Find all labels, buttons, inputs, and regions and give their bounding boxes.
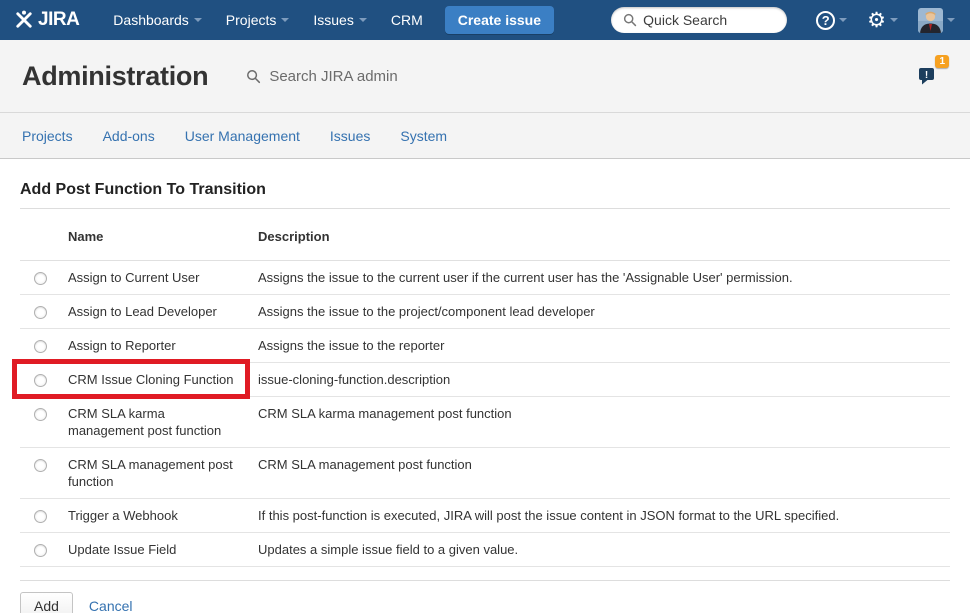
post-function-name: CRM SLA karma management post function <box>68 397 258 447</box>
quick-search <box>611 7 787 33</box>
top-navbar: JIRA Dashboards Projects Issues CRM Create … <box>0 0 970 40</box>
jira-logo[interactable]: JIRA <box>14 9 79 31</box>
tab-user-management[interactable]: User Management <box>185 128 300 144</box>
jira-logo-text: JIRA <box>38 9 79 31</box>
jira-charlie-icon <box>14 10 34 30</box>
post-function-name: Assign to Lead Developer <box>68 295 258 328</box>
table-row: Assign to Current UserAssigns the issue … <box>20 261 950 295</box>
post-function-description: CRM SLA karma management post function <box>258 397 950 447</box>
post-function-description: Updates a simple issue field to a given … <box>258 533 950 566</box>
post-function-name: Assign to Current User <box>68 261 258 294</box>
post-function-table: Name Description Assign to Current UserA… <box>20 209 950 567</box>
chevron-down-icon <box>947 18 955 22</box>
table-row: Assign to Lead DeveloperAssigns the issu… <box>20 295 950 329</box>
row-radio-button[interactable] <box>34 374 47 387</box>
notification-badge: 1 <box>935 55 949 68</box>
table-row: Assign to ReporterAssigns the issue to t… <box>20 329 950 363</box>
help-menu[interactable]: ? <box>809 0 854 40</box>
post-function-name: CRM SLA management post function <box>68 448 258 498</box>
main-content: Add Post Function To Transition Name Des… <box>0 181 970 613</box>
chevron-down-icon <box>281 18 289 22</box>
post-function-description: CRM SLA management post function <box>258 448 950 498</box>
column-header-name: Name <box>68 221 258 252</box>
row-radio-button[interactable] <box>34 306 47 319</box>
post-function-description: issue-cloning-function.description <box>258 363 950 396</box>
add-button[interactable]: Add <box>20 592 73 613</box>
post-function-name: CRM Issue Cloning Function <box>68 363 258 396</box>
post-function-description: Assigns the issue to the current user if… <box>258 261 950 294</box>
table-row: CRM SLA management post functionCRM SLA … <box>20 448 950 499</box>
post-function-description: If this post-function is executed, JIRA … <box>258 499 950 532</box>
admin-search <box>246 68 916 85</box>
row-radio-button[interactable] <box>34 340 47 353</box>
chevron-down-icon <box>890 18 898 22</box>
chevron-down-icon <box>194 18 202 22</box>
table-row: Trigger a WebhookIf this post-function i… <box>20 499 950 533</box>
column-header-description: Description <box>258 221 950 252</box>
user-profile-menu[interactable] <box>911 0 962 40</box>
search-icon <box>246 69 261 84</box>
post-function-description: Assigns the issue to the project/compone… <box>258 295 950 328</box>
table-row: Update Issue FieldUpdates a simple issue… <box>20 533 950 567</box>
cancel-link[interactable]: Cancel <box>89 598 133 613</box>
table-row: CRM Issue Cloning Functionissue-cloning-… <box>20 363 950 397</box>
gear-icon: ⚙ <box>867 10 886 31</box>
settings-menu[interactable]: ⚙ <box>860 0 905 40</box>
form-footer: Add Cancel <box>20 580 950 613</box>
notifications-button[interactable]: ! 1 <box>916 62 940 91</box>
navbar-menu-label: Projects <box>226 12 277 28</box>
post-function-name: Update Issue Field <box>68 533 258 566</box>
post-function-name: Trigger a Webhook <box>68 499 258 532</box>
search-icon <box>623 13 637 27</box>
question-mark-icon: ? <box>816 11 835 30</box>
navbar-menus: Dashboards Projects Issues CRM <box>101 0 434 40</box>
row-radio-button[interactable] <box>34 510 47 523</box>
navbar-menu-crm[interactable]: CRM <box>379 0 435 40</box>
navbar-right: ? ⚙ <box>611 0 962 40</box>
tab-system[interactable]: System <box>400 128 447 144</box>
create-issue-button[interactable]: Create issue <box>445 6 554 34</box>
row-radio-button[interactable] <box>34 544 47 557</box>
tab-issues[interactable]: Issues <box>330 128 370 144</box>
page-title: Administration <box>22 61 208 92</box>
admin-tabs: Projects Add-ons User Management Issues Syst… <box>0 113 970 159</box>
navbar-menu-issues[interactable]: Issues <box>301 0 378 40</box>
navbar-menu-dashboards[interactable]: Dashboards <box>101 0 214 40</box>
table-row: CRM SLA karma management post functionCR… <box>20 397 950 448</box>
admin-search-input[interactable] <box>269 68 509 85</box>
svg-text:!: ! <box>925 69 928 80</box>
row-radio-button[interactable] <box>34 408 47 421</box>
chevron-down-icon <box>839 18 847 22</box>
navbar-menu-label: Dashboards <box>113 12 189 28</box>
admin-header: Administration ! 1 <box>0 40 970 113</box>
section-heading: Add Post Function To Transition <box>20 181 950 209</box>
post-function-name: Assign to Reporter <box>68 329 258 362</box>
row-radio-button[interactable] <box>34 272 47 285</box>
navbar-menu-projects[interactable]: Projects <box>214 0 302 40</box>
navbar-menu-label: CRM <box>391 12 423 28</box>
tab-projects[interactable]: Projects <box>22 128 73 144</box>
row-radio-button[interactable] <box>34 459 47 472</box>
avatar-icon <box>918 8 943 33</box>
table-header-row: Name Description <box>20 209 950 261</box>
chevron-down-icon <box>359 18 367 22</box>
tab-add-ons[interactable]: Add-ons <box>103 128 155 144</box>
navbar-menu-label: Issues <box>313 12 353 28</box>
quick-search-input[interactable] <box>643 12 773 28</box>
avatar <box>918 8 943 33</box>
post-function-description: Assigns the issue to the reporter <box>258 329 950 362</box>
